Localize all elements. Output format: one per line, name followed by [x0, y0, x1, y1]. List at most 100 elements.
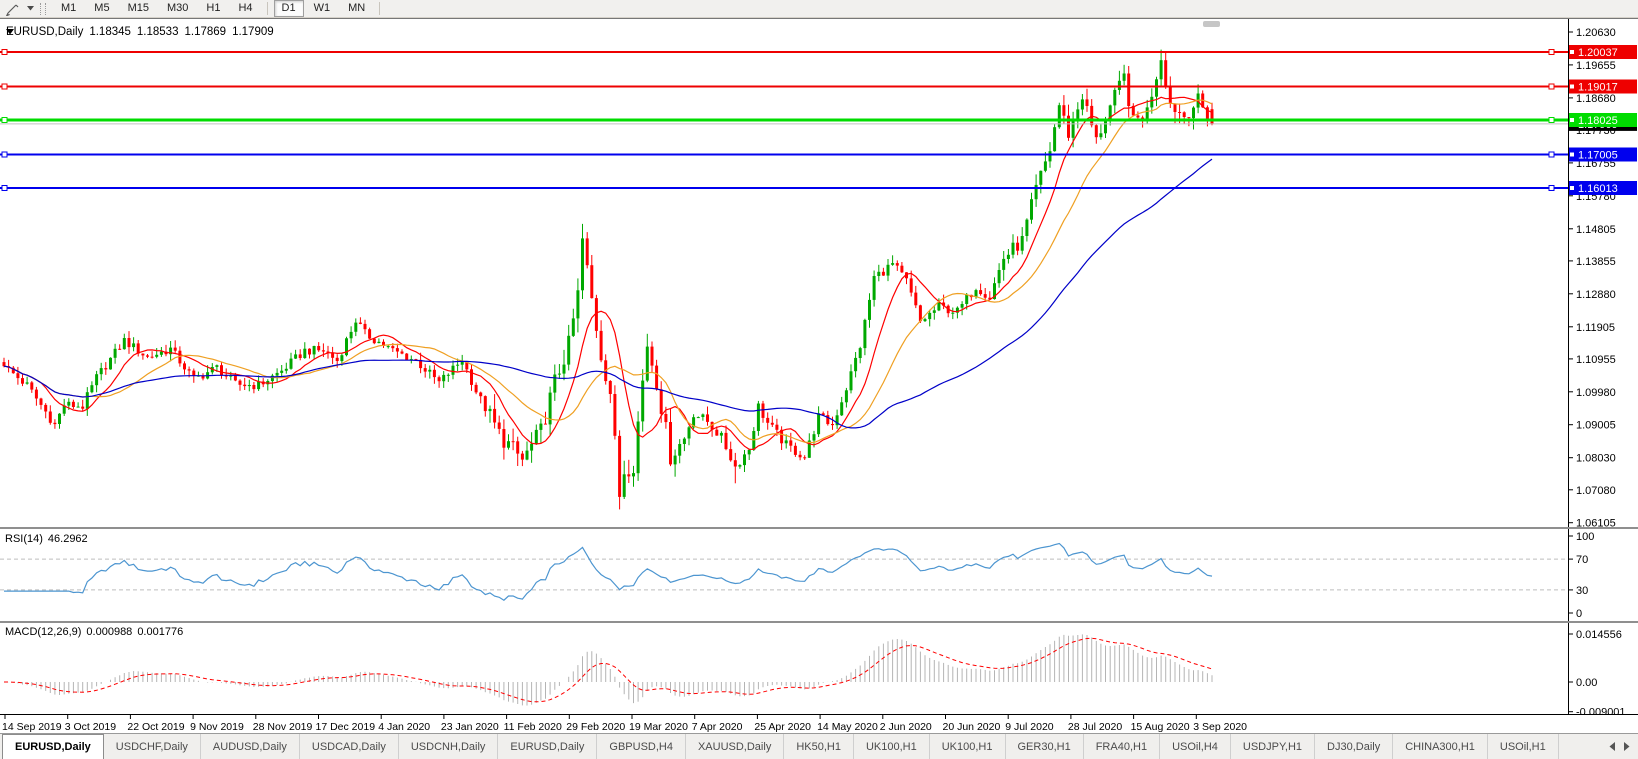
- tab-audusd-daily[interactable]: AUDUSD,Daily: [201, 734, 300, 759]
- macd-name: MACD(12,26,9): [5, 626, 82, 638]
- tab-usdjpy-h1[interactable]: USDJPY,H1: [1231, 734, 1316, 759]
- timeframe-mn-button[interactable]: MN: [340, 0, 373, 17]
- tab-usdcnh-daily[interactable]: USDCNH,Daily: [399, 734, 499, 759]
- level-handle[interactable]: [1548, 185, 1555, 191]
- date-tick-label: 4 Jan 2020: [378, 721, 430, 733]
- date-tick-label: 9 Nov 2019: [190, 721, 244, 733]
- svg-text:1.18680: 1.18680: [1576, 93, 1616, 105]
- tab-dj30-daily[interactable]: DJ30,Daily: [1315, 734, 1394, 759]
- svg-text:1.07080: 1.07080: [1576, 485, 1616, 497]
- tab-eurusd-daily[interactable]: EURUSD,Daily: [498, 734, 598, 759]
- chart-symbol-label: EURUSD,Daily: [6, 26, 84, 38]
- ohlc-high-value: 1.18533: [136, 26, 179, 38]
- toolbar-separator: [266, 2, 268, 15]
- tab-xauusd-daily[interactable]: XAUUSD,Daily: [686, 734, 785, 759]
- svg-text:-0.009001: -0.009001: [1576, 707, 1626, 714]
- rsi-indicator-label: RSI(14) 46.2962: [5, 533, 93, 545]
- date-tick-label: 7 Apr 2020: [692, 721, 743, 733]
- tab-usdcad-daily[interactable]: USDCAD,Daily: [300, 734, 399, 759]
- ohlc-low-value: 1.17869: [184, 26, 227, 38]
- date-tick-label: 11 Feb 2020: [504, 721, 562, 733]
- symbol-marker-icon: [6, 29, 14, 35]
- date-tick-label: 19 Mar 2020: [629, 721, 688, 733]
- date-tick-label: 9 Jul 2020: [1005, 721, 1054, 733]
- svg-text:1.06105: 1.06105: [1576, 518, 1616, 527]
- toolbar-grip-handle[interactable]: [40, 2, 46, 15]
- svg-text:1.08030: 1.08030: [1576, 453, 1616, 465]
- rsi-value: 46.2962: [47, 533, 88, 545]
- date-tick-label: 20 Jun 2020: [943, 721, 1001, 733]
- macd-panel-chart[interactable]: 0.014556 0.00 -0.009001: [0, 623, 1638, 714]
- level-handle[interactable]: [1, 151, 8, 158]
- tab-usoil-h4[interactable]: USOil,H4: [1160, 734, 1231, 759]
- horizontal-level-lines: [0, 49, 1568, 191]
- chart-window: EURUSD,Daily 1.18345 1.18533 1.17869 1.1…: [0, 18, 1638, 735]
- tab-ger30-h1[interactable]: GER30,H1: [1006, 734, 1084, 759]
- timeframe-m5-button[interactable]: M5: [86, 0, 117, 17]
- date-axis[interactable]: 14 Sep 2019 3 Oct 2019 22 Oct 2019 9 Nov 20…: [0, 714, 1638, 735]
- chart-hscroll-thumb[interactable]: [1203, 21, 1220, 27]
- svg-text:1.09980: 1.09980: [1576, 387, 1616, 399]
- date-tick-label: 14 May 2020: [817, 721, 878, 733]
- timeframe-toolbar: M1 M5 M15 M30 H1 H4 D1 W1 MN: [0, 0, 1638, 18]
- date-tick-label: 17 Dec 2019: [316, 721, 376, 733]
- macd-histogram: [8, 634, 1213, 706]
- timeframe-d1-button[interactable]: D1: [273, 0, 304, 17]
- macd-indicator-label: MACD(12,26,9) 0.000988 0.001776: [5, 626, 188, 638]
- date-tick-label: 25 Apr 2020: [754, 721, 811, 733]
- svg-text:70: 70: [1576, 554, 1588, 566]
- ohlc-open-value: 1.18345: [89, 26, 131, 38]
- timeframe-w1-button[interactable]: W1: [306, 0, 339, 17]
- tab-scroll-arrows: [1602, 734, 1637, 759]
- timeframe-m30-button[interactable]: M30: [159, 0, 196, 17]
- level-handle[interactable]: [1, 117, 8, 123]
- tab-scroll-right-button[interactable]: [1621, 739, 1633, 755]
- date-tick-label: 2 Jun 2020: [880, 721, 932, 733]
- svg-text:1.11905: 1.11905: [1576, 322, 1615, 334]
- level-handle[interactable]: [1, 49, 8, 55]
- chart-ohlc-header: EURUSD,Daily 1.18345 1.18533 1.17869 1.1…: [6, 26, 280, 38]
- date-tick-label: 23 Jan 2020: [441, 721, 499, 733]
- main-price-chart[interactable]: 1.206301.196551.186801.177301.167551.157…: [0, 19, 1638, 527]
- level-handle[interactable]: [1548, 49, 1555, 55]
- tab-china300-h1[interactable]: CHINA300,H1: [1393, 734, 1488, 759]
- tab-hk50-h1[interactable]: HK50,H1: [784, 734, 854, 759]
- price-axis[interactable]: 1.206301.196551.186801.177301.167551.157…: [1568, 27, 1616, 527]
- timeframe-m1-button[interactable]: M1: [53, 0, 84, 17]
- rsi-line: [4, 542, 1213, 601]
- tab-gbpusd-h4[interactable]: GBPUSD,H4: [597, 734, 686, 759]
- draw-tools-icon[interactable]: [3, 1, 22, 17]
- macd-main-value: 0.000988: [86, 626, 133, 638]
- svg-text:0.00: 0.00: [1576, 677, 1597, 689]
- level-handle[interactable]: [1548, 83, 1555, 90]
- svg-text:1.20630: 1.20630: [1576, 27, 1616, 39]
- level-handle[interactable]: [1, 83, 8, 90]
- date-tick-label: 29 Feb 2020: [566, 721, 625, 733]
- tab-usdchf-daily[interactable]: USDCHF,Daily: [104, 734, 201, 759]
- timeframe-h4-button[interactable]: H4: [230, 0, 260, 17]
- timeframe-h1-button[interactable]: H1: [198, 0, 228, 17]
- macd-signal-line: [4, 637, 1213, 703]
- tab-uk100-h1[interactable]: UK100,H1: [854, 734, 930, 759]
- toolbar-dropdown-caret-icon[interactable]: [25, 1, 36, 17]
- tab-fra40-h1[interactable]: FRA40,H1: [1084, 734, 1161, 759]
- svg-text:1.12880: 1.12880: [1576, 289, 1616, 301]
- tab-eurusd-daily[interactable]: EURUSD,Daily: [2, 734, 104, 759]
- rsi-name: RSI(14): [5, 533, 43, 545]
- date-tick-label: 3 Oct 2019: [65, 721, 117, 733]
- level-handle[interactable]: [1548, 151, 1555, 158]
- tab-usoil-h1[interactable]: USOil,H1: [1488, 734, 1559, 759]
- level-handle[interactable]: [1548, 117, 1555, 123]
- svg-text:0.014556: 0.014556: [1576, 629, 1622, 641]
- svg-text:1.19655: 1.19655: [1576, 60, 1616, 72]
- level-handle[interactable]: [1, 185, 8, 191]
- chart-tab-bar: EURUSD,Daily USDCHF,Daily AUDUSD,Daily USDC…: [0, 733, 1638, 759]
- svg-text:1.10955: 1.10955: [1576, 354, 1616, 366]
- rsi-panel-chart[interactable]: 100 70 30 0: [0, 529, 1638, 621]
- tab-scroll-left-button[interactable]: [1606, 739, 1618, 755]
- ma-line-fast: [3, 96, 1213, 451]
- tab-uk100-h1[interactable]: UK100,H1: [930, 734, 1006, 759]
- svg-text:1.13855: 1.13855: [1576, 256, 1616, 268]
- timeframe-m15-button[interactable]: M15: [120, 0, 157, 17]
- svg-text:1.19017: 1.19017: [1578, 82, 1618, 94]
